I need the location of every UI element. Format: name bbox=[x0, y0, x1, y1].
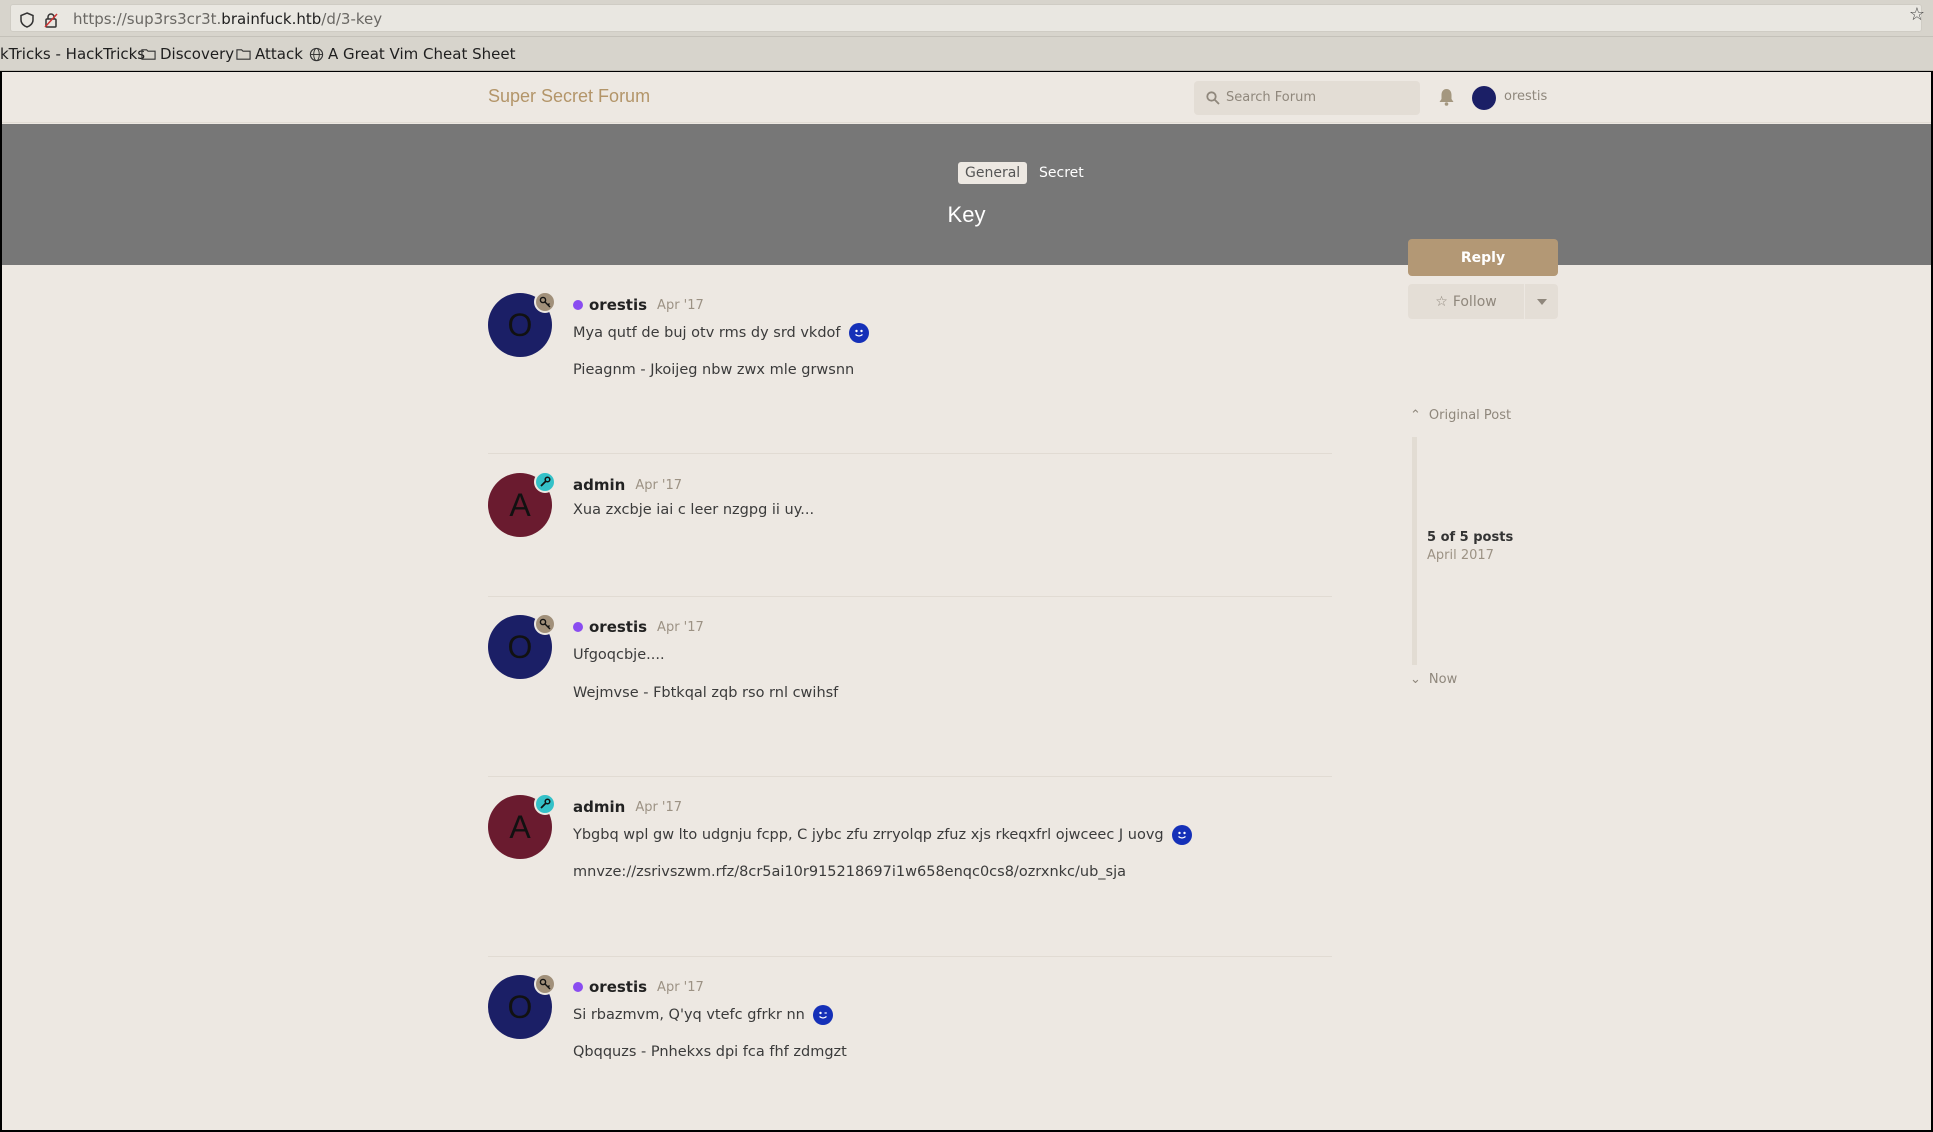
header-username[interactable]: orestis bbox=[1504, 89, 1547, 104]
online-indicator bbox=[573, 982, 583, 992]
bookmark-vim-cheat-sheet[interactable]: A Great Vim Cheat Sheet bbox=[309, 45, 515, 63]
bookmark-star-icon[interactable]: ☆ bbox=[1909, 4, 1925, 25]
bookmarks-bar: kTricks - HackTricks Discovery Attack A … bbox=[0, 37, 1933, 71]
bookmark-hacktricks[interactable]: kTricks - HackTricks bbox=[0, 45, 145, 63]
post-date[interactable]: Apr '17 bbox=[657, 620, 704, 635]
shield-icon bbox=[20, 12, 34, 28]
post-date[interactable]: Apr '17 bbox=[635, 478, 682, 493]
wink-emoji-icon bbox=[812, 1005, 833, 1025]
star-icon: ☆ bbox=[1435, 293, 1448, 310]
search-input[interactable]: Search Forum bbox=[1226, 90, 1316, 105]
post-body-line: Xua zxcbje iai c leer nzgpg ii uy... bbox=[573, 502, 815, 518]
post-body-line: mnvze://zsrivszwm.rfz/8cr5ai10r915218697… bbox=[573, 864, 1127, 880]
post-author[interactable]: admin bbox=[573, 476, 625, 494]
scrubber-now[interactable]: ⌄ Now bbox=[1410, 672, 1457, 687]
post-author[interactable]: admin bbox=[573, 798, 625, 816]
post-author[interactable]: orestis bbox=[589, 618, 647, 636]
wrench-icon bbox=[534, 471, 556, 493]
follow-dropdown-button[interactable] bbox=[1525, 284, 1558, 319]
key-icon bbox=[534, 973, 556, 995]
post-divider bbox=[488, 776, 1332, 777]
original-post-label: Original Post bbox=[1428, 408, 1512, 423]
lock-icon bbox=[44, 13, 58, 28]
post-date[interactable]: Apr '17 bbox=[657, 980, 704, 995]
post-header: admin Apr '17 bbox=[573, 476, 682, 494]
post-divider bbox=[488, 453, 1332, 454]
key-icon bbox=[534, 613, 556, 635]
follow-button[interactable]: ☆ Follow bbox=[1408, 284, 1524, 319]
reply-button[interactable]: Reply bbox=[1408, 239, 1558, 276]
bookmark-discovery[interactable]: Discovery bbox=[141, 45, 234, 63]
post-body-line: Si rbazmvm, Q'yq vtefc gfrkr nn bbox=[573, 1005, 833, 1025]
url-bar[interactable]: https://sup3rs3cr3t.brainfuck.htb/d/3-ke… bbox=[10, 4, 1922, 32]
forum-header: Super Secret Forum Search Forum orestis bbox=[2, 72, 1931, 123]
bookmark-attack[interactable]: Attack bbox=[236, 45, 303, 63]
discussion-title: Key bbox=[947, 202, 986, 227]
url-text: https://sup3rs3cr3t.brainfuck.htb/d/3-ke… bbox=[73, 10, 383, 28]
post-header: orestis Apr '17 bbox=[573, 978, 704, 996]
key-icon bbox=[534, 291, 556, 313]
scrubber-original-post[interactable]: ⌃ Original Post bbox=[1410, 408, 1511, 423]
post-date[interactable]: Apr '17 bbox=[657, 298, 704, 313]
smile-emoji-icon bbox=[1171, 825, 1192, 845]
post-body-line: Ybgbq wpl gw lto udgnju fcpp, C jybc zfu… bbox=[573, 825, 1192, 845]
wrench-icon bbox=[534, 793, 556, 815]
tag-secret[interactable]: Secret bbox=[1032, 162, 1091, 184]
post-body-line: Mya qutf de buj otv rms dy srd vkdof bbox=[573, 323, 869, 343]
scrubber-date: April 2017 bbox=[1427, 548, 1494, 563]
post-body-line: Ufgoqcbje.... bbox=[573, 647, 665, 663]
follow-label: Follow bbox=[1452, 293, 1497, 310]
post-body-line: Wejmvse - Fbtkqal zqb rso rnl cwihsf bbox=[573, 685, 839, 701]
forum-brand[interactable]: Super Secret Forum bbox=[488, 86, 650, 107]
online-indicator bbox=[573, 622, 583, 632]
discussion-hero: General Secret Key bbox=[2, 124, 1931, 265]
bell-icon[interactable] bbox=[1438, 88, 1455, 106]
smile-emoji-icon bbox=[848, 323, 869, 343]
caret-down-icon bbox=[1536, 298, 1547, 305]
online-indicator bbox=[573, 300, 583, 310]
forum-page: Super Secret Forum Search Forum orestis … bbox=[2, 72, 1931, 1130]
tag-general[interactable]: General bbox=[958, 162, 1028, 184]
scrubber-track[interactable] bbox=[1412, 437, 1417, 665]
post-date[interactable]: Apr '17 bbox=[635, 800, 682, 815]
post-header: orestis Apr '17 bbox=[573, 296, 704, 314]
avatar[interactable] bbox=[1472, 86, 1496, 110]
double-chevron-down-icon: ⌄ bbox=[1410, 672, 1421, 687]
folder-icon bbox=[141, 48, 156, 60]
post-author[interactable]: orestis bbox=[589, 978, 647, 996]
post-body-line: Qbqquzs - Pnhekxs dpi fca fhf zdmgzt bbox=[573, 1044, 847, 1060]
scrubber-count: 5 of 5 posts bbox=[1427, 530, 1514, 545]
now-label: Now bbox=[1428, 672, 1458, 687]
post-author[interactable]: orestis bbox=[589, 296, 647, 314]
post-header: orestis Apr '17 bbox=[573, 618, 704, 636]
post-divider bbox=[488, 596, 1332, 597]
double-chevron-up-icon: ⌃ bbox=[1410, 408, 1421, 423]
browser-toolbar: https://sup3rs3cr3t.brainfuck.htb/d/3-ke… bbox=[0, 0, 1933, 37]
globe-icon bbox=[309, 47, 324, 61]
post-header: admin Apr '17 bbox=[573, 798, 682, 816]
search-icon bbox=[1206, 91, 1220, 105]
post-body-line: Pieagnm - Jkoijeg nbw zwx mle grwsnn bbox=[573, 362, 855, 378]
folder-icon bbox=[236, 48, 251, 60]
search-box[interactable]: Search Forum bbox=[1194, 81, 1420, 115]
post-divider bbox=[488, 956, 1332, 957]
